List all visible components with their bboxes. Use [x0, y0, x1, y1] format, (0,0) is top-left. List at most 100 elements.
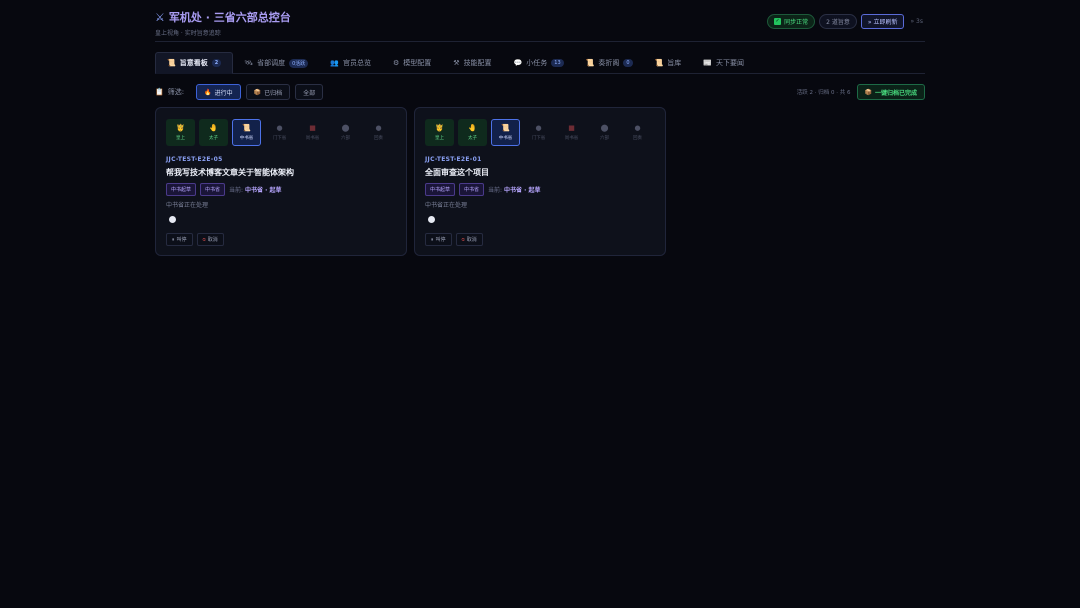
tab-count-badge: 0 — [623, 59, 633, 67]
task-stats: 活跃 2 · 归档 0 · 共 6 — [796, 90, 851, 96]
stage-label: 六部 — [341, 136, 350, 141]
tab-count-badge: 13 — [551, 59, 564, 67]
task-status-text: 中书省正在处理 — [425, 202, 468, 209]
task-title: 全面审查这个项目 — [425, 168, 489, 177]
edict-card[interactable]: 🤴 皇上 🤚 太子 📜 中书省 ● 门下省 ■ 尚书省 ⬤ 六部 ● 回奏 JJC-TEST-… — [414, 107, 666, 256]
tab-label: 官员总览 — [343, 59, 371, 67]
tab-news[interactable]: 📰 天下要闻 — [692, 52, 755, 74]
tab-label: 奏折阁 — [598, 59, 620, 67]
filter-label-text: 筛选: — [167, 88, 185, 96]
cancel-button[interactable]: ⦸ 取消 — [196, 233, 224, 246]
current-state: 当前: 中书省 · 起草 — [229, 185, 281, 194]
stop-icon: ⦸ — [461, 236, 465, 243]
check-icon: ✓ — [774, 18, 782, 25]
tab-small-tasks[interactable]: 💬 小任务 13 — [503, 52, 575, 74]
review-icon: ● — [535, 124, 542, 132]
newspaper-icon: 📰 — [703, 59, 712, 67]
seal-icon: ■ — [309, 124, 316, 132]
filter-right: 活跃 2 · 归档 0 · 共 6 📦 一键归档已完成 — [797, 84, 925, 100]
tab-label: 小任务 — [526, 59, 548, 67]
task-code: JJC-TEST-E2E-05 — [166, 156, 223, 163]
tab-officials[interactable]: 👥 官员总览 — [319, 52, 382, 74]
filter-bar: 📋 筛选: 🔥 进行中 📦 已归档 全部 活跃 2 · 归档 0 · 共 6 📦… — [155, 84, 925, 100]
filter-option-label: 进行中 — [214, 89, 233, 97]
tab-model-config[interactable]: ⚙ 模型配置 — [382, 52, 442, 74]
tab-edict-library[interactable]: 📜 旨库 — [644, 52, 693, 74]
main-tabs: 📜 旨意看板 2 🛰 省部调度 0活跃 👥 官员总览 ⚙ 模型配置 ⚒ 技能配置… — [155, 52, 925, 74]
filter-all-button[interactable]: 全部 — [295, 84, 324, 100]
card-actions: ⏸ 叫停 ⦸ 取消 — [425, 233, 483, 246]
stage-label: 中书省 — [239, 136, 254, 141]
sync-status-label: 同步正常 — [784, 19, 809, 26]
tag-department: 中书省 — [459, 183, 485, 196]
tag-stage: 中书起草 — [166, 183, 197, 196]
prince-icon: 🤚 — [209, 124, 218, 132]
stage-report-back: ● 回奏 — [364, 119, 393, 146]
stage-label: 皇上 — [176, 136, 185, 141]
current-label: 当前: — [488, 187, 503, 194]
tab-label: 模型配置 — [403, 59, 432, 67]
emperor-icon: 🤴 — [176, 124, 185, 132]
review-icon: ● — [276, 124, 283, 132]
tag-stage: 中书起草 — [425, 183, 456, 196]
stage-menxia: ● 门下省 — [524, 119, 553, 146]
sync-status-badge: ✓ 同步正常 — [767, 14, 816, 29]
current-value: 中书省 · 起草 — [244, 187, 282, 194]
speech-bubble-icon: 💬 — [513, 59, 523, 67]
edict-card[interactable]: 🤴 皇上 🤚 太子 📜 中书省 ● 门下省 ■ 尚书省 ⬤ 六部 ● 回奏 JJC-TEST-… — [155, 107, 407, 256]
filter-active-button[interactable]: 🔥 进行中 — [196, 84, 241, 100]
stage-zhongshu: 📜 中书省 — [491, 119, 520, 146]
seal-icon: ■ — [568, 124, 575, 132]
stage-emperor: 🤴 皇上 — [425, 119, 454, 146]
stage-label: 尚书省 — [564, 136, 579, 141]
tag-department: 中书省 — [200, 183, 226, 196]
alerts-badge[interactable]: 2 道旨意 — [819, 14, 857, 29]
cancel-label: 取消 — [466, 237, 477, 243]
stage-label: 回奏 — [633, 136, 642, 141]
tab-label: 旨库 — [667, 59, 682, 67]
scroll-icon: 📜 — [585, 59, 595, 67]
stage-shangshu: ■ 尚书省 — [557, 119, 586, 146]
satellite-icon: 🛰 — [244, 59, 254, 67]
pause-button[interactable]: ⏸ 叫停 — [425, 233, 452, 246]
tab-skill-config[interactable]: ⚒ 技能配置 — [442, 52, 502, 74]
tab-memorials[interactable]: 📜 奏折阁 0 — [575, 52, 644, 74]
stage-label: 门下省 — [272, 136, 287, 141]
pause-icon: ⏸ — [172, 236, 175, 243]
stage-label: 六部 — [600, 136, 609, 141]
stage-report-back: ● 回奏 — [623, 119, 652, 146]
emperor-icon: 🤴 — [435, 124, 444, 132]
circle-icon: ⬤ — [341, 124, 350, 132]
package-icon: 📦 — [864, 88, 872, 96]
tab-dispatch[interactable]: 🛰 省部调度 0活跃 — [233, 52, 319, 74]
archive-completed-button[interactable]: 📦 一键归档已完成 — [856, 84, 925, 100]
filter-label: 📋 筛选: — [155, 87, 184, 97]
stage-menxia: ● 门下省 — [265, 119, 294, 146]
pause-button[interactable]: ⏸ 叫停 — [166, 233, 193, 246]
stage-label: 门下省 — [531, 136, 546, 141]
cancel-button[interactable]: ⦸ 取消 — [455, 233, 483, 246]
scroll-icon: 📜 — [167, 59, 176, 67]
stage-label: 尚书省 — [305, 136, 320, 141]
stage-shangshu: ■ 尚书省 — [298, 119, 327, 146]
stage-label: 太子 — [209, 136, 218, 141]
stage-crown-prince: 🤚 太子 — [458, 119, 487, 146]
filter-option-label: 全部 — [303, 89, 316, 97]
task-tags: 中书起草 中书省 当前: 中书省 · 起草 — [166, 183, 281, 196]
stage-progress: 🤴 皇上 🤚 太子 📜 中书省 ● 门下省 ■ 尚书省 ⬤ 六部 ● 回奏 — [166, 119, 393, 146]
stage-label: 回奏 — [374, 136, 383, 141]
task-tags: 中书起草 中书省 当前: 中书省 · 起草 — [425, 183, 540, 196]
current-state: 当前: 中书省 · 起草 — [488, 185, 540, 194]
tab-label: 天下要闻 — [716, 59, 744, 67]
circle-icon: ⬤ — [600, 124, 609, 132]
gear-icon: ⚙ — [393, 59, 400, 67]
filter-archived-button[interactable]: 📦 已归档 — [245, 84, 291, 100]
refresh-button[interactable]: » 立即刷新 — [860, 14, 905, 29]
header-actions: ✓ 同步正常 2 道旨意 » 立即刷新 » 3s — [767, 14, 925, 29]
archive-button-label: 一键归档已完成 — [874, 89, 917, 97]
stage-label: 中书省 — [498, 136, 513, 141]
tab-edict-board[interactable]: 📜 旨意看板 2 — [155, 52, 234, 74]
tab-label: 旨意看板 — [179, 59, 208, 67]
refresh-interval[interactable]: » 3s — [908, 14, 925, 29]
tab-count-badge: 2 — [211, 59, 222, 67]
